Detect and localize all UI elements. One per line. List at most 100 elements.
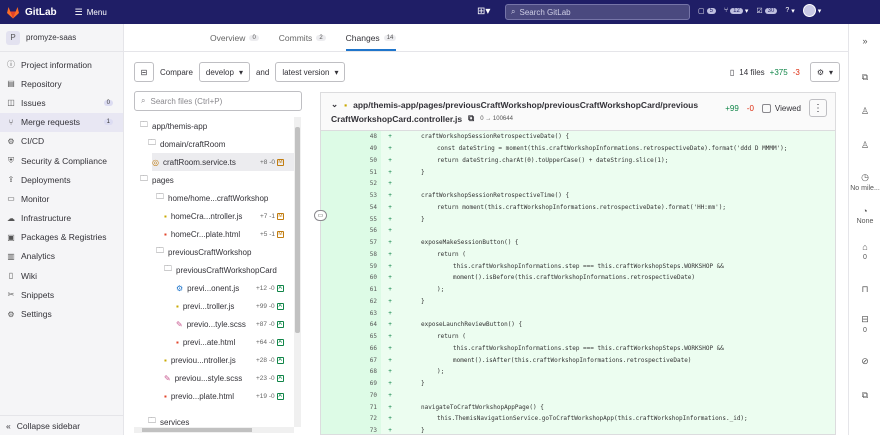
old-line-number[interactable] [321,401,349,413]
new-line-number[interactable]: 65 [349,330,381,343]
sidebar-item-security[interactable]: ⛨ Security & Compliance [0,151,123,170]
new-line-number[interactable]: 62 [349,295,381,308]
new-line-number[interactable]: 68 [349,366,381,378]
tree-horizontal-scrollbar[interactable] [134,427,294,433]
tree-file[interactable]: ▪ previ...troller.js +99 -0 A [176,297,294,315]
collapse-sidebar-button[interactable]: « Collapse sidebar [0,415,124,435]
old-line-number[interactable] [321,342,349,355]
search-input[interactable]: ⌕ Search GitLab [505,4,690,20]
new-line-number[interactable]: 55 [349,213,381,225]
old-line-number[interactable] [321,283,349,296]
copy-icon[interactable]: ⧉ [468,113,474,124]
tree-folder[interactable]: 🗀 domain/craftRoom [148,135,225,153]
old-line-number[interactable] [321,307,349,319]
new-line-number[interactable]: 50 [349,154,381,167]
sidebar-item-snippets[interactable]: ✂ Snippets [0,285,123,304]
new-line-number[interactable]: 67 [349,354,381,366]
sidebar-item-merge-requests[interactable]: ⑂ Merge requests 1 [0,112,123,132]
sidebar-item-wiki[interactable]: ▯ Wiki [0,266,123,285]
tree-file[interactable]: ▪ previo...plate.html +19 -0 A [164,387,294,405]
sidebar-item-packages[interactable]: ▣ Packages & Registries [0,228,123,247]
tree-folder[interactable]: 🗀 services [148,413,189,427]
new-line-number[interactable]: 48 [349,131,381,143]
tree-file[interactable]: ▪ previ...ate.html +64 -0 A [176,333,294,351]
collapse-file-button[interactable]: ⌄ [331,99,338,110]
old-line-number[interactable] [321,154,349,167]
tree-file[interactable]: ⚙ previ...onent.js +12 -0 A [176,279,294,297]
new-line-number[interactable]: 49 [349,142,381,155]
tree-file[interactable]: ▪ homeCra...ntroller.js +7 -1 M [164,207,294,225]
old-line-number[interactable] [321,189,349,202]
tree-folder[interactable]: 🗀 home/home...craftWorkshop [156,189,268,207]
tree-scrollbar[interactable] [294,117,301,427]
old-line-number[interactable] [321,225,349,237]
new-line-number[interactable]: 53 [349,189,381,202]
new-line-number[interactable]: 69 [349,377,381,390]
weight-button[interactable]: ⊟ 0 [849,314,880,334]
new-line-number[interactable]: 61 [349,283,381,296]
new-line-number[interactable]: 66 [349,342,381,355]
gitlab-logo[interactable]: GitLab [6,6,57,19]
file-options-button[interactable]: ⋮ [809,99,827,117]
new-line-number[interactable]: 73 [349,424,381,434]
old-line-number[interactable] [321,424,349,434]
old-line-number[interactable] [321,366,349,378]
new-line-number[interactable]: 70 [349,389,381,402]
new-dropdown-button[interactable]: ⊞▾ [477,6,490,17]
new-line-number[interactable]: 64 [349,319,381,331]
old-line-number[interactable] [321,248,349,261]
new-line-number[interactable]: 63 [349,307,381,319]
scrollbar-thumb[interactable] [295,127,300,333]
old-line-number[interactable] [321,131,349,143]
milestone-button[interactable]: ◷ No mile... [849,172,880,192]
reviewer-button[interactable]: ♙ [849,140,880,151]
new-line-number[interactable]: 52 [349,178,381,190]
project-header[interactable]: P promyze-saas [0,24,123,52]
tree-folder[interactable]: 🗀 pages [140,171,174,189]
old-line-number[interactable] [321,413,349,425]
tree-file[interactable]: ▪ homeCr...plate.html +5 -1 M [164,225,294,243]
scrollbar-thumb[interactable] [142,428,252,432]
old-line-number[interactable] [321,236,349,249]
merge-requests-button[interactable]: ⑂ 12 ▾ [724,7,748,15]
time-tracking-button[interactable]: ◔ None [849,206,880,225]
todos-button[interactable]: ☑ 30 [756,7,778,15]
file-search-input[interactable]: ⌕ Search files (Ctrl+P) [134,91,302,111]
old-line-number[interactable] [321,272,349,284]
new-line-number[interactable]: 57 [349,236,381,249]
tab-commits[interactable]: Commits 2 [279,33,326,51]
tree-folder[interactable]: 🗀 app/themis-app [140,117,207,135]
sidebar-item-issues[interactable]: ◫ Issues 0 [0,93,123,112]
old-line-number[interactable] [321,260,349,272]
tree-file[interactable]: ▪ previou...ntroller.js +28 -0 A [164,351,294,369]
new-line-number[interactable]: 72 [349,413,381,425]
new-line-number[interactable]: 51 [349,166,381,178]
new-line-number[interactable]: 71 [349,401,381,413]
sidebar-item-settings[interactable]: ⚙ Settings [0,304,123,323]
version-dropdown[interactable]: latest version ▾ [275,62,346,82]
menu-button[interactable]: ☰ Menu [75,7,107,18]
new-line-number[interactable]: 54 [349,201,381,214]
new-line-number[interactable]: 56 [349,225,381,237]
file-path[interactable]: app/themis-app/pages/previousCraftWorksh… [353,100,698,110]
viewed-checkbox[interactable]: Viewed [761,103,801,113]
old-line-number[interactable] [321,319,349,331]
help-button[interactable]: ? ▾ [785,7,794,15]
file-name[interactable]: CraftWorkshopCard.controller.js [331,114,462,124]
old-line-number[interactable] [321,377,349,390]
issues-button[interactable]: ▢ 5 [698,7,716,15]
sidebar-item-project-information[interactable]: ⓘ Project information [0,55,123,74]
sidebar-item-deployments[interactable]: ⇪ Deployments [0,170,123,189]
sidebar-item-analytics[interactable]: ▥ Analytics [0,247,123,266]
user-menu-button[interactable]: ▾ [802,4,821,17]
diff-settings-button[interactable]: ⚙ ▾ [809,62,840,82]
toggle-file-browser-button[interactable]: ⊟ [134,62,154,82]
tab-overview[interactable]: Overview 0 [210,33,259,51]
new-line-number[interactable]: 58 [349,248,381,261]
old-line-number[interactable] [321,142,349,155]
sidebar-item-repository[interactable]: ▤ Repository [0,74,123,93]
expand-sidebar-button[interactable]: » [849,36,880,46]
old-line-number[interactable] [321,330,349,343]
sidebar-item-infrastructure[interactable]: ☁ Infrastructure [0,209,123,228]
assignee-button[interactable]: ♙ [849,106,880,117]
